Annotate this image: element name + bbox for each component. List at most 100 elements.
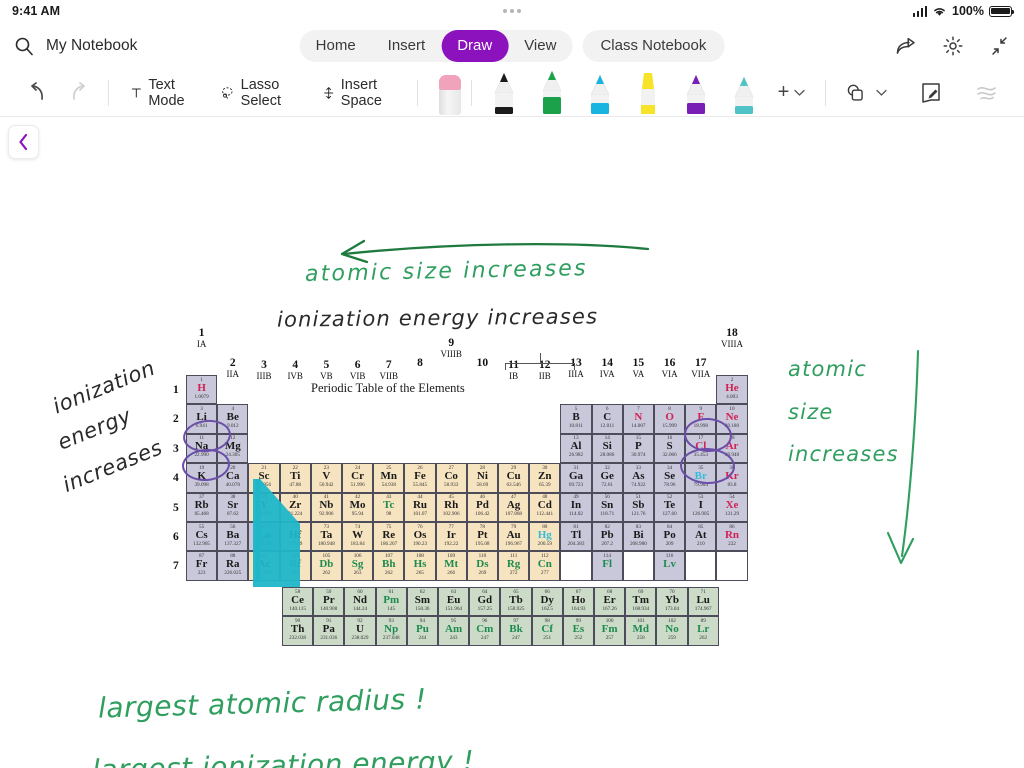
element-cell-cn[interactable]: 112 Cn 277 — [529, 551, 561, 581]
element-cell-lr[interactable]: 89 Lr 262 — [687, 616, 719, 646]
search-icon[interactable] — [14, 36, 34, 56]
element-cell-tl[interactable]: 81 Tl 204.383 — [560, 522, 592, 552]
element-cell-es[interactable]: 99 Es 252 — [562, 616, 594, 646]
element-cell-li[interactable]: 3 Li 6.941 — [186, 404, 218, 434]
element-cell-sb[interactable]: 51 Sb 121.76 — [622, 492, 654, 522]
element-cell-np[interactable]: 93 Np 237.048 — [375, 616, 407, 646]
element-cell-at[interactable]: 85 At 210 — [685, 522, 717, 552]
element-cell-ra[interactable]: 88 Ra 226.025 — [217, 551, 249, 581]
element-cell-se[interactable]: 34 Se 78.96 — [654, 463, 686, 493]
element-cell-mt[interactable]: 109 Mt 266 — [435, 551, 467, 581]
element-cell-pt[interactable]: 78 Pt 195.08 — [466, 522, 498, 552]
element-cell-au[interactable]: 79 Au 196.967 — [498, 522, 530, 552]
element-cell-be[interactable]: 4 Be 9.012 — [217, 404, 249, 434]
element-cell-p[interactable]: 15 P 30.974 — [622, 433, 654, 464]
redo-icon[interactable] — [67, 81, 91, 104]
insert-space-button[interactable]: Insert Space — [310, 76, 409, 110]
notebook-search-area[interactable]: My Notebook — [14, 36, 137, 56]
chevron-down-icon-shapes[interactable] — [876, 89, 887, 97]
tab-draw[interactable]: Draw — [441, 29, 509, 62]
element-cell-rh[interactable]: 45 Rh 102.906 — [435, 492, 467, 522]
gear-icon[interactable] — [942, 35, 964, 57]
element-cell-sr[interactable]: 38 Sr 87.62 — [217, 492, 249, 522]
element-cell-f[interactable]: 9 F 18.998 — [685, 404, 717, 434]
element-cell-tb[interactable]: 65 Tb 158.925 — [500, 587, 532, 617]
element-cell-empty[interactable] — [685, 551, 717, 581]
element-cell-cd[interactable]: 48 Cd 112.441 — [529, 492, 561, 522]
element-cell-te[interactable]: 52 Te 127.60 — [654, 492, 686, 522]
ink-replay-button[interactable] — [966, 76, 1008, 110]
note-canvas[interactable]: atomic size increases ionization energy … — [0, 117, 1024, 768]
element-cell-kr[interactable]: 36 Kr 83.8 — [716, 463, 748, 493]
element-cell-pm[interactable]: 61 Pm 145 — [375, 587, 407, 617]
element-cell-h[interactable]: 1 H 1.0079 — [186, 375, 218, 405]
element-cell-fr[interactable]: 87 Fr 223 — [186, 551, 218, 581]
element-cell-pr[interactable]: 59 Pr 140.908 — [313, 587, 345, 617]
element-cell-ca[interactable]: 20 Ca 40.078 — [217, 463, 249, 493]
tool-pen-teal[interactable] — [726, 71, 762, 115]
tab-home[interactable]: Home — [300, 30, 372, 62]
element-cell-ba[interactable]: 56 Ba 137.327 — [217, 522, 249, 552]
element-cell-u[interactable]: 92 U 238.029 — [344, 616, 376, 646]
chevron-left-icon[interactable] — [17, 133, 30, 151]
element-cell-rn[interactable]: 86 Rn 222 — [716, 522, 748, 552]
element-cell-os[interactable]: 76 Os 190.23 — [404, 522, 436, 552]
share-icon[interactable] — [894, 35, 916, 57]
element-cell-gd[interactable]: 64 Gd 157.25 — [469, 587, 501, 617]
periodic-table[interactable]: Periodic Table of the Elements 1 H 1.0079 2… — [173, 327, 748, 664]
tool-pen-purple[interactable] — [678, 71, 714, 115]
element-cell-rg[interactable]: 111 Rg 272 — [498, 551, 530, 581]
element-cell-dy[interactable]: 66 Dy 162.5 — [531, 587, 563, 617]
element-cell-fm[interactable]: 100 Fm 257 — [594, 616, 626, 646]
redo-button[interactable] — [58, 76, 100, 110]
element-cell-yb[interactable]: 70 Yb 173.04 — [656, 587, 688, 617]
element-cell-pd[interactable]: 46 Pd 106.42 — [466, 492, 498, 522]
shapes-button[interactable] — [836, 76, 896, 110]
element-cell-nd[interactable]: 60 Nd 144.24 — [344, 587, 376, 617]
notebook-title[interactable]: My Notebook — [46, 37, 137, 55]
element-cell-ni[interactable]: 28 Ni 58.69 — [466, 463, 498, 493]
element-cell-ga[interactable]: 31 Ga 69.723 — [560, 463, 592, 493]
element-cell-er[interactable]: 68 Er 167.26 — [594, 587, 626, 617]
element-cell-lv[interactable]: 116 Lv — [654, 551, 686, 581]
element-cell-s[interactable]: 16 S 32.066 — [654, 433, 686, 464]
element-cell-pa[interactable]: 91 Pa 231.036 — [313, 616, 345, 646]
element-cell-fl[interactable]: 114 Fl — [591, 551, 623, 581]
element-cell-b[interactable]: 5 B 10.811 — [560, 404, 592, 434]
element-cell-ho[interactable]: 67 Ho 164.93 — [562, 587, 594, 617]
element-cell-ir[interactable]: 77 Ir 192.22 — [435, 522, 467, 552]
undo-button[interactable] — [16, 76, 58, 110]
element-cell-ru[interactable]: 44 Ru 101.07 — [404, 492, 436, 522]
element-cell-i[interactable]: 53 I 126.905 — [685, 492, 717, 522]
element-cell-lu[interactable]: 71 Lu 174.967 — [687, 587, 719, 617]
element-cell-md[interactable]: 101 Md 258 — [625, 616, 657, 646]
undo-icon[interactable] — [25, 81, 49, 104]
element-cell-empty[interactable] — [622, 551, 654, 581]
lasso-select-button[interactable]: Lasso Select — [207, 76, 310, 110]
element-cell-co[interactable]: 27 Co 58.933 — [435, 463, 467, 493]
element-cell-he[interactable]: 2 He 4.003 — [716, 375, 748, 405]
element-cell-pu[interactable]: 94 Pu 244 — [406, 616, 438, 646]
element-cell-ag[interactable]: 47 Ag 107.868 — [498, 492, 530, 522]
element-cell-c[interactable]: 6 C 12.011 — [591, 404, 623, 434]
element-cell-bk[interactable]: 97 Bk 247 — [500, 616, 532, 646]
element-cell-bi[interactable]: 83 Bi 208.980 — [622, 522, 654, 552]
element-cell-pb[interactable]: 82 Pb 207.2 — [591, 522, 623, 552]
element-cell-zn[interactable]: 30 Zn 65.39 — [529, 463, 561, 493]
element-cell-n[interactable]: 7 N 14.007 — [622, 404, 654, 434]
element-cell-no[interactable]: 102 No 259 — [656, 616, 688, 646]
element-cell-na[interactable]: 11 Na 22.990 — [186, 433, 218, 464]
element-cell-xe[interactable]: 54 Xe 131.29 — [716, 492, 748, 522]
element-cell-ce[interactable]: 58 Ce 140.115 — [282, 587, 314, 617]
collapse-ribbon-icon[interactable] — [990, 36, 1010, 56]
element-cell-as[interactable]: 33 As 74.922 — [622, 463, 654, 493]
element-cell-th[interactable]: 90 Th 232.038 — [282, 616, 314, 646]
element-cell-ne[interactable]: 10 Ne 20.180 — [716, 404, 748, 434]
element-cell-empty[interactable] — [716, 551, 748, 581]
element-cell-cs[interactable]: 55 Cs 132.905 — [186, 522, 218, 552]
element-cell-empty[interactable] — [560, 551, 592, 581]
element-cell-sm[interactable]: 62 Sm 150.36 — [406, 587, 438, 617]
element-cell-ds[interactable]: 110 Ds 269 — [466, 551, 498, 581]
back-navigation-button[interactable] — [8, 125, 39, 159]
ink-to-shape-button[interactable] — [910, 76, 952, 110]
